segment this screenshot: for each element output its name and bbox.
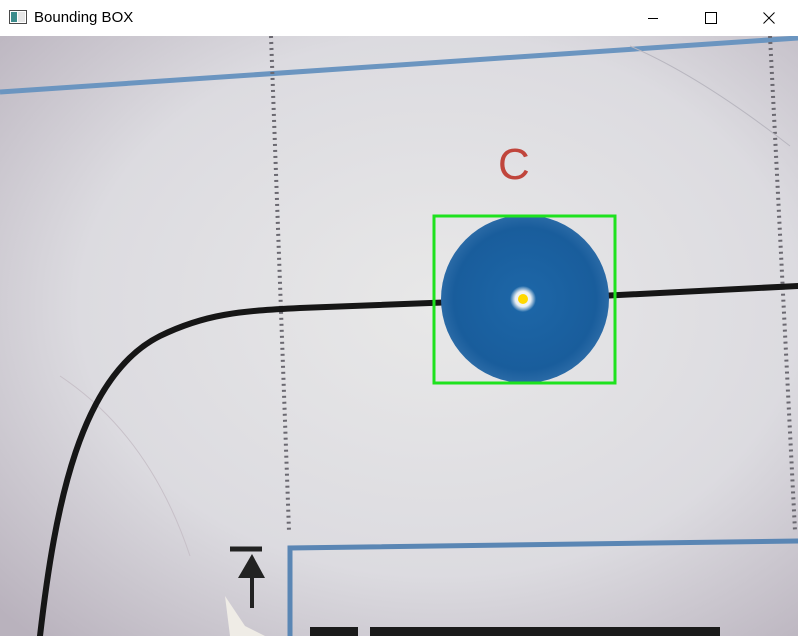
center-marker (518, 294, 528, 304)
maximize-icon (705, 12, 717, 24)
maximize-button[interactable] (682, 0, 740, 36)
window-title: Bounding BOX (34, 9, 134, 26)
paper-letter: C (498, 140, 530, 189)
app-icon (9, 10, 27, 24)
minimize-icon (648, 18, 658, 19)
bottom-bar-left (310, 627, 358, 636)
close-button[interactable] (740, 0, 798, 36)
camera-feed: C (0, 36, 798, 636)
camera-frame: C (0, 36, 798, 636)
bottom-bar-right (370, 627, 720, 636)
app-window: Bounding BOX C (0, 0, 798, 636)
title-bar[interactable]: Bounding BOX (0, 0, 798, 36)
minimize-button[interactable] (624, 0, 682, 36)
close-icon (763, 12, 775, 24)
